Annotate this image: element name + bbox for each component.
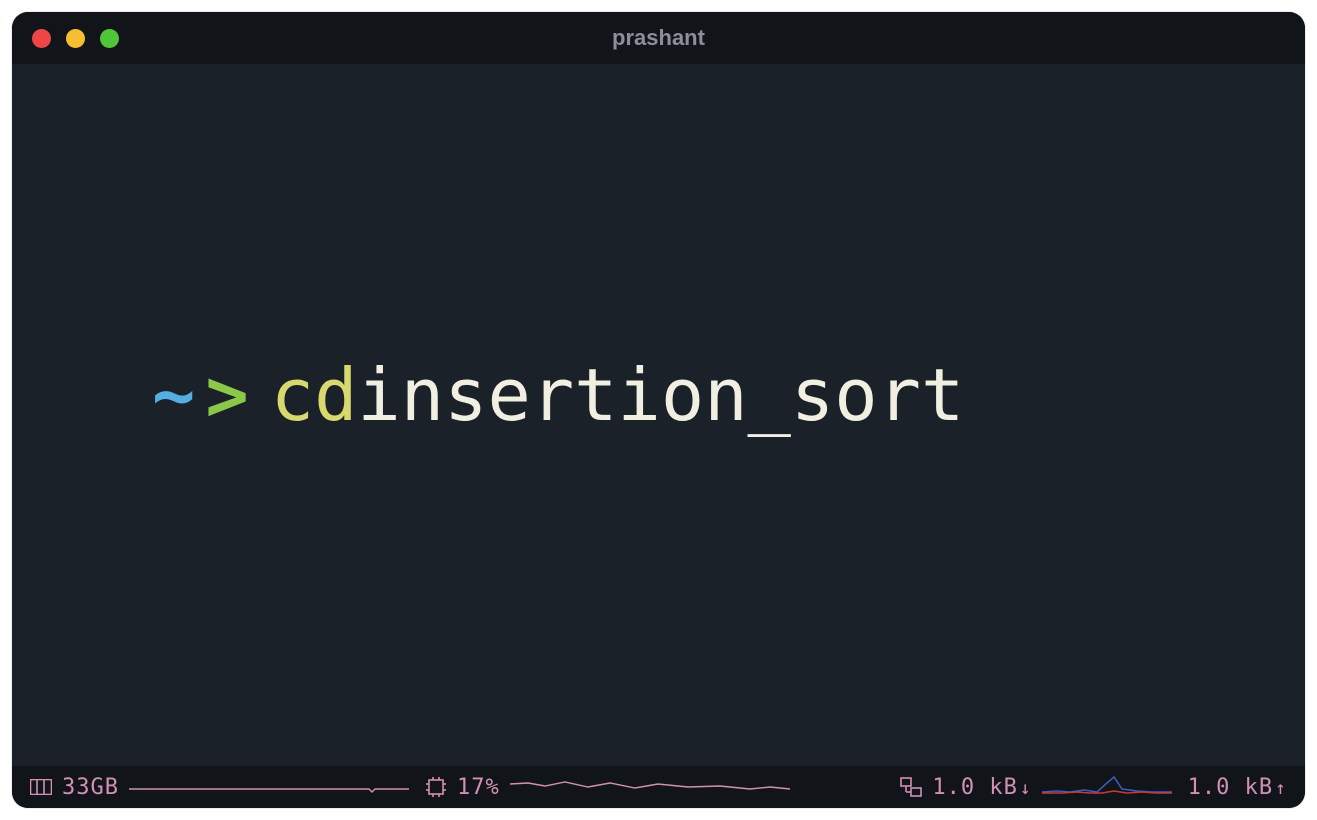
prompt-path: ~ xyxy=(152,353,195,437)
terminal-window: prashant ~ > cd insertion_sort 33GB xyxy=(12,12,1305,808)
cpu-value: 17% xyxy=(457,775,500,800)
window-title: prashant xyxy=(612,25,705,51)
traffic-lights xyxy=(32,29,119,48)
statusbar: 33GB 17% xyxy=(12,766,1305,808)
net-down-stat: 1.0 kB↓ xyxy=(900,773,1171,801)
disk-icon xyxy=(30,779,52,795)
terminal-body[interactable]: ~ > cd insertion_sort xyxy=(12,64,1305,766)
down-arrow-icon: ↓ xyxy=(1020,778,1032,799)
cpu-icon xyxy=(425,776,447,798)
net-up-stat: 1.0 kB↑ xyxy=(1188,775,1287,800)
cpu-sparkline xyxy=(510,774,790,800)
disk-stat: 33GB xyxy=(30,775,409,800)
network-icon xyxy=(900,777,922,797)
titlebar: prashant xyxy=(12,12,1305,64)
command-text: cd xyxy=(271,353,358,437)
minimize-button[interactable] xyxy=(66,29,85,48)
net-sparkline xyxy=(1042,773,1172,801)
net-up-number: 1.0 kB xyxy=(1188,775,1273,800)
prompt-indicator: > xyxy=(205,353,248,437)
net-up-value: 1.0 kB↑ xyxy=(1188,775,1287,800)
net-down-value: 1.0 kB↓ xyxy=(932,775,1031,800)
command-argument: insertion_sort xyxy=(357,353,964,437)
prompt-line: ~ > cd insertion_sort xyxy=(152,353,964,437)
up-arrow-icon: ↑ xyxy=(1275,778,1287,799)
net-down-number: 1.0 kB xyxy=(932,775,1017,800)
maximize-button[interactable] xyxy=(100,29,119,48)
disk-value: 33GB xyxy=(62,775,119,800)
close-button[interactable] xyxy=(32,29,51,48)
disk-sparkline xyxy=(129,775,409,800)
cpu-stat: 17% xyxy=(425,774,790,800)
